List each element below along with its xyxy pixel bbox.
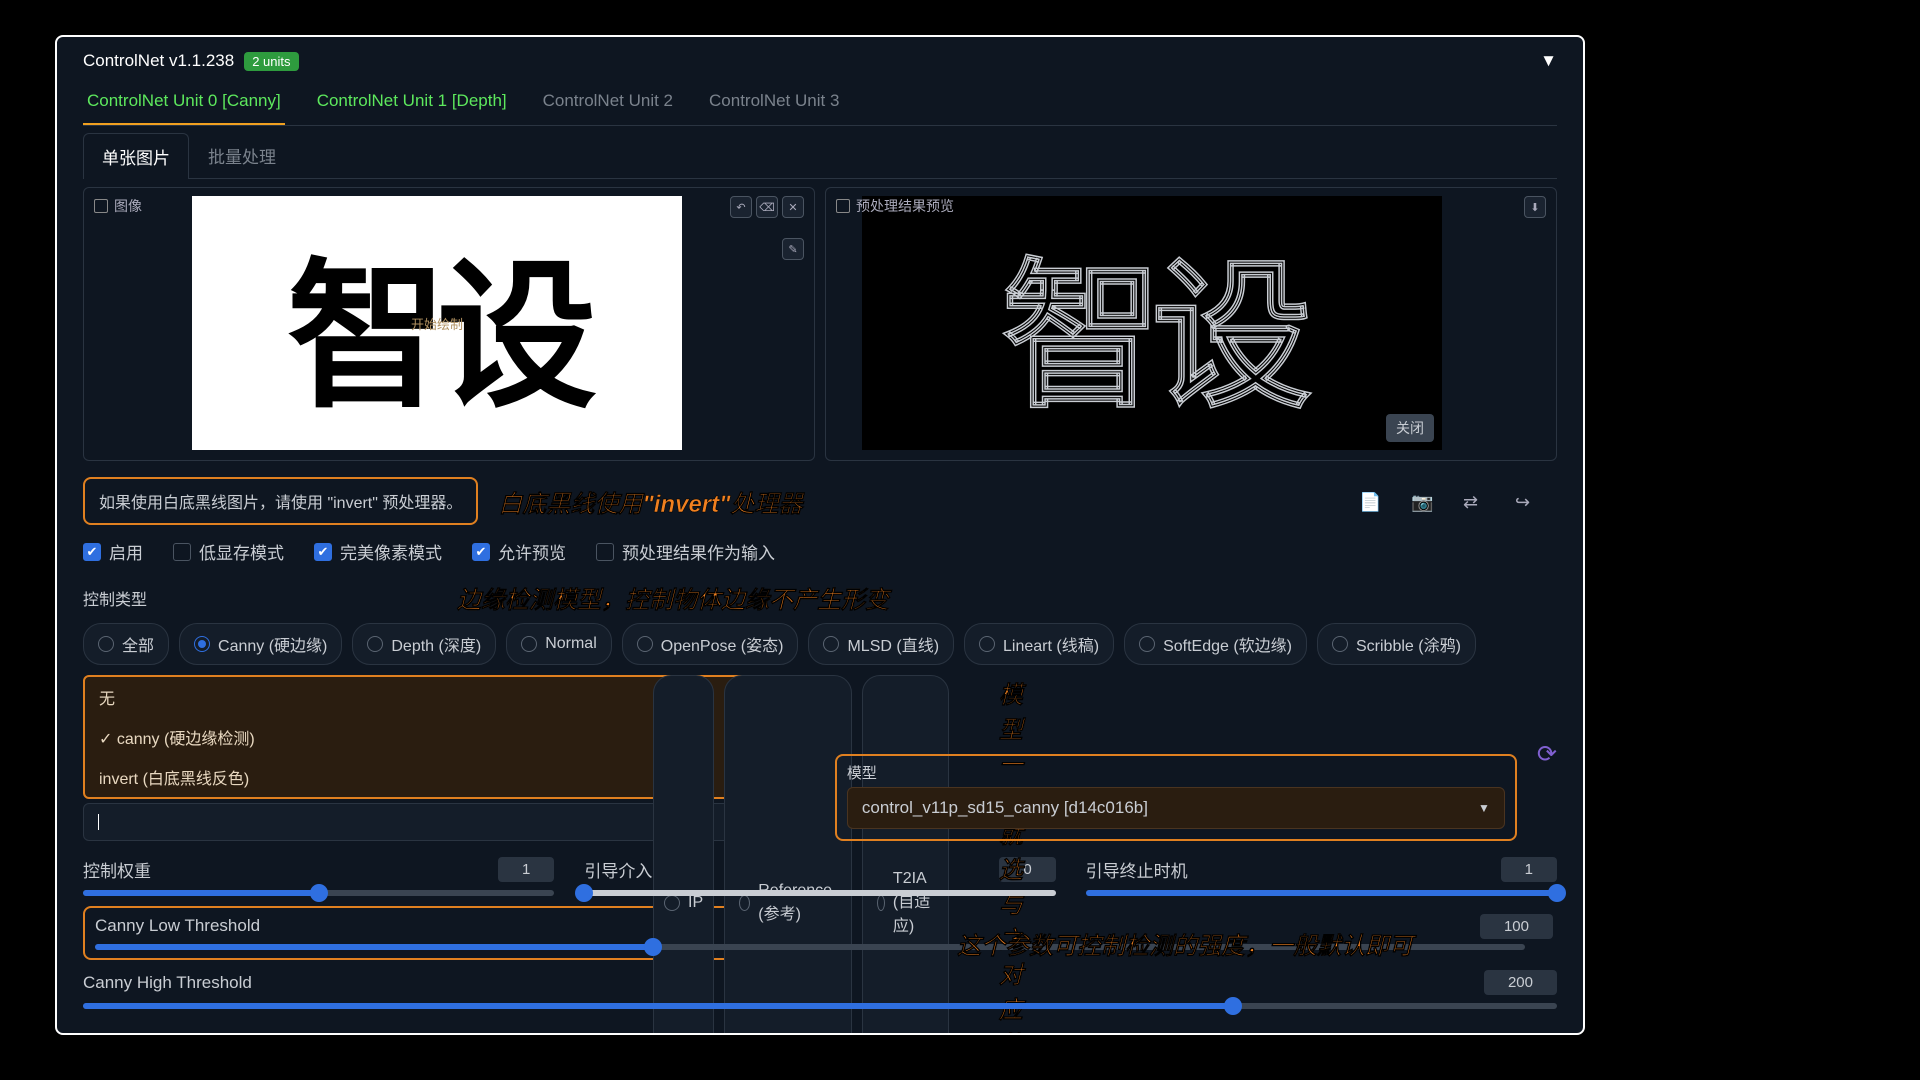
unit-tabs: ControlNet Unit 0 [Canny] ControlNet Uni…	[83, 77, 1557, 126]
preprocessor-row: IP Reference (参考) T2IA (自适应) 模型一般就选与之对应的…	[83, 675, 1557, 841]
weight-track[interactable]	[83, 890, 554, 896]
radio-t2ia[interactable]: T2IA (自适应)	[862, 675, 949, 1035]
model-column: 模型 control_v11p_sd15_canny [d14c016b] ▼	[835, 754, 1517, 841]
radio-openpose[interactable]: OpenPose (姿态)	[622, 623, 799, 665]
collapse-icon[interactable]: ▼	[1540, 51, 1557, 71]
input-image-preview: 智设 开始绘制	[192, 196, 682, 450]
swap-icon[interactable]: ⇄	[1463, 492, 1485, 510]
high-threshold-label: Canny High Threshold	[83, 973, 252, 993]
preproc-cursor	[98, 814, 99, 830]
check-allowpreview[interactable]: ✔允许预览	[472, 539, 566, 564]
check-useinput[interactable]: 预处理结果作为输入	[596, 539, 775, 564]
tab-unit-2[interactable]: ControlNet Unit 2	[539, 83, 677, 125]
tab-unit-1[interactable]: ControlNet Unit 1 [Depth]	[313, 83, 511, 125]
mode-subtabs: 单张图片 批量处理	[83, 132, 1557, 179]
input-image-box[interactable]: 图像 ↶ ⌫ ✕ ✎ 智设 开始绘制	[83, 187, 815, 461]
hint-row: 如果使用白底黑线图片，请使用 "invert" 预处理器。 白底黑线使用"inv…	[83, 477, 1557, 525]
output-image-label: 预处理结果预览	[836, 196, 954, 216]
unchecked-icon	[173, 543, 191, 561]
subtab-single[interactable]: 单张图片	[83, 133, 189, 179]
radio-all[interactable]: 全部	[83, 623, 169, 665]
weight-value[interactable]: 1	[498, 857, 554, 882]
radio-reference[interactable]: Reference (参考)	[724, 675, 852, 1035]
annotation-edge: 边缘检测模型，控制物体边缘不产生形变	[457, 580, 889, 615]
control-type-radios: 全部 Canny (硬边缘) Depth (深度) Normal OpenPos…	[83, 623, 1557, 665]
output-glyph: 智设	[1002, 207, 1302, 439]
low-threshold-value[interactable]: 100	[1480, 914, 1553, 939]
radio-normal[interactable]: Normal	[506, 623, 612, 665]
end-track[interactable]	[1086, 890, 1557, 896]
invert-hint-box: 如果使用白底黑线图片，请使用 "invert" 预处理器。	[83, 477, 478, 525]
camera-icon[interactable]: 📷	[1411, 492, 1433, 510]
panel-header: ControlNet v1.1.238 2 units ▼	[83, 51, 1557, 71]
control-type-section: 控制类型 边缘检测模型，控制物体边缘不产生形变	[83, 580, 1557, 615]
unit-count-badge: 2 units	[244, 52, 298, 71]
model-label: 模型	[847, 762, 1505, 783]
radio-softedge[interactable]: SoftEdge (软边缘)	[1124, 623, 1307, 665]
control-type-radios-2: IP Reference (参考) T2IA (自适应) 模型一般就选与之对应的…	[653, 675, 1023, 1035]
preprocessor-column: IP Reference (参考) T2IA (自适应) 模型一般就选与之对应的…	[83, 675, 765, 841]
image-icon	[836, 199, 850, 213]
end-value[interactable]: 1	[1501, 857, 1557, 882]
subtab-batch[interactable]: 批量处理	[189, 132, 295, 178]
refresh-icon[interactable]: ⟳	[1537, 740, 1557, 777]
checked-icon: ✔	[83, 543, 101, 561]
undo-icon[interactable]: ↶	[730, 196, 752, 218]
output-image-box: 预处理结果预览 ⬇ 智设 关闭	[825, 187, 1557, 461]
annotation-threshold: 这个参数可控制检测的强度，一般默认即可	[957, 926, 1413, 961]
unchecked-icon	[596, 543, 614, 561]
control-type-label: 控制类型	[83, 586, 147, 610]
image-icon	[94, 199, 108, 213]
model-wrap: 模型 control_v11p_sd15_canny [d14c016b] ▼	[835, 754, 1517, 841]
panel-title: ControlNet v1.1.238	[83, 51, 234, 71]
input-image-label: 图像	[94, 196, 142, 216]
annotation-model: 模型一般就选与之对应的模型	[999, 675, 1023, 1035]
edit-icon[interactable]: ✎	[782, 238, 804, 260]
check-pixelperfect[interactable]: ✔完美像素模式	[314, 539, 442, 564]
start-track[interactable]	[584, 890, 1055, 896]
slider-end: 引导终止时机1	[1086, 857, 1557, 896]
checked-icon: ✔	[314, 543, 332, 561]
radio-canny[interactable]: Canny (硬边缘)	[179, 623, 342, 665]
new-canvas-icon[interactable]: 📄	[1359, 492, 1381, 510]
radio-ip[interactable]: IP	[653, 675, 714, 1035]
image-row: 图像 ↶ ⌫ ✕ ✎ 智设 开始绘制 预处理结果预览 ⬇ 智设 关闭	[83, 187, 1557, 461]
input-image-tools: ↶ ⌫ ✕	[730, 196, 804, 218]
high-threshold-value[interactable]: 200	[1484, 970, 1557, 995]
output-image-preview: 智设 关闭	[862, 196, 1442, 450]
low-threshold-label: Canny Low Threshold	[95, 916, 260, 936]
tab-unit-0[interactable]: ControlNet Unit 0 [Canny]	[83, 83, 285, 125]
action-icons: 📄 📷 ⇄ ↪	[1359, 492, 1557, 510]
check-enable[interactable]: ✔启用	[83, 539, 143, 564]
model-select[interactable]: control_v11p_sd15_canny [d14c016b] ▼	[847, 787, 1505, 829]
option-checks: ✔启用 低显存模式 ✔完美像素模式 ✔允许预览 预处理结果作为输入	[83, 539, 1557, 564]
close-preview-button[interactable]: 关闭	[1386, 414, 1434, 442]
checked-icon: ✔	[472, 543, 490, 561]
radio-mlsd[interactable]: MLSD (直线)	[808, 623, 954, 665]
annotation-invert: 白底黑线使用"invert"处理器	[498, 484, 802, 519]
clear-icon[interactable]: ⌫	[756, 196, 778, 218]
drawing-hint: 开始绘制	[411, 314, 463, 333]
high-threshold-track[interactable]	[83, 1003, 1557, 1009]
radio-scribble[interactable]: Scribble (涂鸦)	[1317, 623, 1476, 665]
controlnet-panel: ControlNet v1.1.238 2 units ▼ ControlNet…	[55, 35, 1585, 1035]
slider-weight: 控制权重1	[83, 857, 554, 896]
close-icon[interactable]: ✕	[782, 196, 804, 218]
chevron-down-icon: ▼	[1478, 801, 1490, 815]
radio-depth[interactable]: Depth (深度)	[352, 623, 496, 665]
radio-lineart[interactable]: Lineart (线稿)	[964, 623, 1114, 665]
tab-unit-3[interactable]: ControlNet Unit 3	[705, 83, 843, 125]
download-icon[interactable]: ⬇	[1524, 196, 1546, 218]
send-icon[interactable]: ↪	[1515, 492, 1537, 510]
check-lowvram[interactable]: 低显存模式	[173, 539, 284, 564]
